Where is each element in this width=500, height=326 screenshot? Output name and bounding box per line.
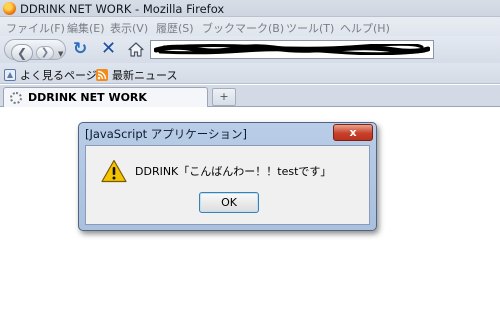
close-icon: x [349, 126, 357, 139]
firefox-logo-icon [3, 2, 16, 15]
rss-feed-icon [96, 69, 108, 81]
tab-ddrink-net-work[interactable]: DDRINK NET WORK [3, 87, 208, 108]
dialog-body: DDRINK「こんばんわー！！testです」 OK [85, 145, 370, 225]
back-forward-group: ❮ ❯ ▼ [4, 39, 66, 62]
dialog-close-button[interactable]: x [333, 124, 373, 141]
reload-icon[interactable]: ↻ [73, 41, 87, 58]
ok-button[interactable]: OK [199, 192, 259, 213]
new-tab-button[interactable]: + [212, 88, 236, 106]
arrow-right-icon: ❯ [40, 47, 50, 58]
bookmark-most-visited[interactable]: よく見るページ [4, 67, 97, 83]
dialog-title: [JavaScript アプリケーション] [85, 127, 248, 141]
tab-strip: DDRINK NET WORK [0, 85, 500, 108]
bookmark-label: よく見るページ [20, 69, 97, 82]
menu-view[interactable]: 表示(V) [110, 20, 148, 36]
menu-bar: ファイル(F) 編集(E) 表示(V) 履歴(S) ブックマーク(B) ツール(… [0, 17, 500, 36]
most-visited-icon [4, 69, 16, 81]
tab-label: DDRINK NET WORK [28, 91, 147, 104]
address-bar[interactable] [150, 40, 434, 59]
bookmark-latest-news[interactable]: 最新ニュース [96, 67, 177, 83]
plus-icon: + [219, 90, 229, 103]
warning-icon [101, 159, 127, 183]
home-icon[interactable] [128, 42, 144, 57]
menu-help[interactable]: ヘルプ(H) [340, 20, 390, 36]
window-titlebar: DDRINK NET WORK - Mozilla Firefox [0, 0, 500, 17]
arrow-left-icon: ❮ [16, 46, 28, 60]
menu-file[interactable]: ファイル(F) [6, 20, 65, 36]
menu-edit[interactable]: 編集(E) [67, 20, 105, 36]
dialog-message: DDRINK「こんばんわー！！testです」 [135, 165, 332, 178]
stop-icon[interactable]: ✕ [101, 40, 116, 58]
window-title: DDRINK NET WORK - Mozilla Firefox [20, 2, 225, 16]
menu-bookmarks[interactable]: ブックマーク(B) [202, 20, 284, 36]
menu-tools[interactable]: ツール(T) [286, 20, 334, 36]
redacted-url-scribble [154, 44, 430, 55]
history-dropdown-icon[interactable]: ▼ [58, 50, 63, 58]
loading-spinner-icon [10, 92, 22, 104]
menu-history[interactable]: 履歴(S) [156, 20, 194, 36]
forward-button[interactable]: ❯ [36, 46, 54, 60]
bookmarks-toolbar: よく見るページ 最新ニュース [0, 63, 500, 84]
back-button[interactable]: ❮ [11, 44, 33, 62]
bookmark-label: 最新ニュース [112, 69, 178, 82]
javascript-alert-dialog: [JavaScript アプリケーション] x DDRINK「こんばんわー！！t… [78, 122, 377, 231]
